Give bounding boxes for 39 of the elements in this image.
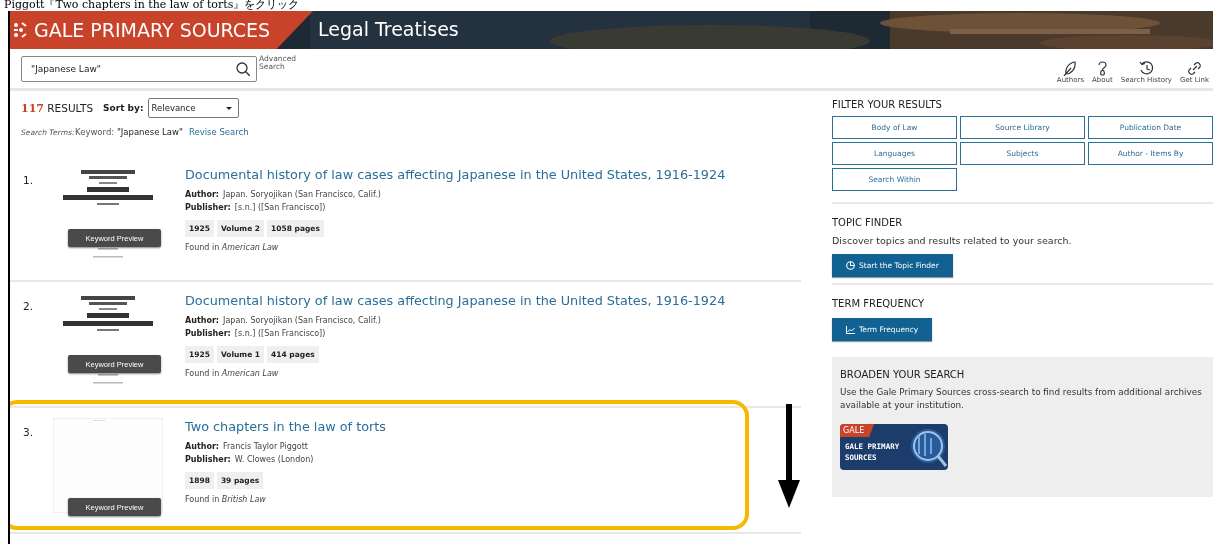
section-heading: TERM FREQUENCY <box>832 298 926 309</box>
publisher-line: Publisher: W. Clowes (London) <box>185 454 315 466</box>
result-title-link[interactable]: Documental history of law cases affecting Japanese in the United States, 1916-1924 <box>185 167 726 182</box>
author-line: Author: Japan. Soryojikan (San Francisco, Calif.) <box>185 315 382 327</box>
result-title-link[interactable]: Two chapters in the law of torts <box>185 419 386 434</box>
result-number: 2. <box>22 299 35 314</box>
collection-title: Legal Treatises <box>318 18 459 40</box>
found-in-text: Found in American Law <box>185 369 280 378</box>
section-heading: BROADEN YOUR SEARCH <box>840 369 966 380</box>
description-text: Discover topics and results related to your search. <box>832 234 1073 247</box>
logo-icon <box>12 21 28 39</box>
section-heading: TOPIC FINDER <box>832 217 904 228</box>
author-line: Author: Japan. Soryojikan (San Francisco, Calif.) <box>185 189 382 201</box>
history-icon <box>1138 59 1155 76</box>
found-in-text: Found in American Law <box>185 243 280 252</box>
description-text: Use the Gale Primary Sources cross-search to find results from additional archives available at your institution. <box>840 386 1203 412</box>
result-number: 1. <box>22 173 35 188</box>
found-in-text: Found in British Law <box>185 495 267 504</box>
section-heading: FILTER YOUR RESULTS <box>832 99 943 110</box>
results-count: 117 RESULTS <box>21 101 94 115</box>
link-icon <box>1186 59 1203 76</box>
search-field[interactable]: "Japanese Law" <box>21 55 257 82</box>
revise-search-link[interactable]: Revise Search <box>188 127 249 137</box>
search-icon <box>236 61 250 76</box>
pie-chart-icon <box>846 261 855 270</box>
brand-name: GALE PRIMARY SOURCES <box>34 19 271 41</box>
caret-icon <box>225 106 232 110</box>
feather-icon <box>1062 59 1079 76</box>
publisher-line: Publisher: [s.n.] ([San Francisco]) <box>185 202 327 214</box>
sort-label: Sort by: <box>103 103 144 113</box>
logo-badge: GALE <box>840 424 875 437</box>
keyword-text: Keyword: "Japanese Law" <box>75 127 183 137</box>
result-number: 3. <box>22 425 35 440</box>
publisher-line: Publisher: [s.n.] ([San Francisco]) <box>185 328 327 340</box>
search-value: "Japanese Law" <box>31 63 101 74</box>
sort-dropdown[interactable]: Relevance <box>147 98 239 118</box>
result-title-link[interactable]: Documental history of law cases affecting Japanese in the United States, 1916-1924 <box>185 293 726 308</box>
line-chart-icon <box>846 325 855 334</box>
author-line: Author: Francis Taylor Piggott <box>185 441 309 453</box>
